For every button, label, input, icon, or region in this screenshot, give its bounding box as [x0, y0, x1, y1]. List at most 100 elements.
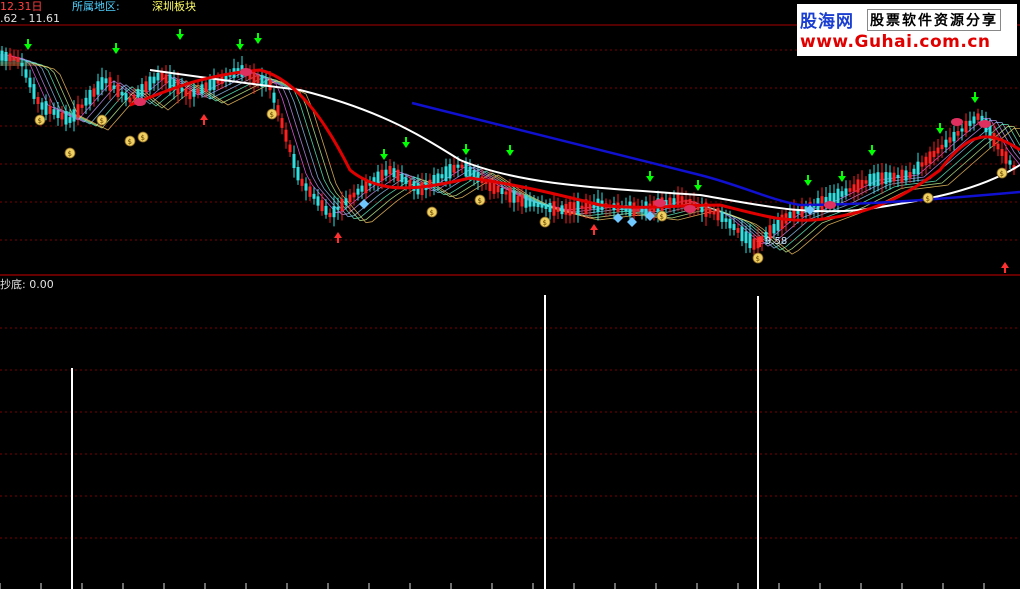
candle-body	[844, 188, 848, 196]
down-arrow-icon	[694, 185, 702, 191]
candle-body	[116, 83, 120, 97]
candle-body	[564, 203, 568, 215]
down-arrow-icon	[112, 48, 120, 54]
candle-body	[528, 198, 532, 207]
candle-body	[4, 51, 8, 62]
candle-body	[72, 109, 76, 122]
candle-body	[860, 179, 864, 189]
price-range: .62 - 11.61	[0, 12, 60, 25]
region-value[interactable]: 深圳板块	[152, 1, 196, 13]
candle-body	[772, 223, 776, 234]
candle-body	[544, 204, 548, 209]
candle-body	[156, 72, 160, 81]
candle-body	[28, 77, 32, 88]
candle-body	[1008, 160, 1012, 165]
lips-icon	[684, 205, 696, 213]
candle-body	[836, 188, 840, 204]
candle-body	[300, 178, 304, 186]
up-arrow-icon	[334, 232, 342, 238]
candle-body	[200, 84, 204, 94]
up-arrow-icon	[590, 224, 598, 230]
candle-body	[944, 139, 948, 148]
ma-white-line	[149, 69, 1020, 213]
candle-body	[376, 171, 380, 185]
candle-body	[892, 172, 896, 182]
money-bag-icon: $	[660, 213, 664, 221]
watermark-slogan: 股票软件资源分享	[867, 9, 1001, 31]
candle-body	[280, 118, 284, 128]
candle-body	[120, 91, 124, 96]
candle-body	[452, 164, 456, 173]
candle-body	[32, 84, 36, 99]
candle-body	[384, 169, 388, 176]
candle-body	[92, 88, 96, 97]
candle-body	[140, 84, 144, 96]
candle-body	[308, 186, 312, 197]
candle-body	[508, 187, 512, 203]
candle-body	[36, 97, 40, 104]
ma-red-line	[129, 68, 1020, 222]
stock-chart[interactable]: $ $ $ $ $ $ $ $ $ $ $ $ $	[0, 0, 1020, 589]
candle-body	[1000, 149, 1004, 156]
candle-body	[512, 191, 516, 203]
candle-body	[88, 89, 92, 105]
candle-body	[188, 90, 192, 100]
candle-body	[52, 109, 56, 115]
money-bag-icon: $	[128, 138, 132, 146]
candle-body	[936, 147, 940, 154]
candle-body	[12, 56, 16, 61]
candle-body	[880, 172, 884, 185]
candle-body	[392, 168, 396, 178]
money-bag-icon: $	[1000, 170, 1004, 178]
candle-body	[972, 116, 976, 124]
lips-icon	[824, 201, 836, 209]
candle-body	[948, 137, 952, 143]
candle-body	[124, 93, 128, 101]
candle-body	[468, 166, 472, 177]
candle-body	[496, 185, 500, 193]
candle-body	[284, 129, 288, 142]
candle-body	[316, 196, 320, 206]
candle-body	[192, 89, 196, 97]
watermark-logo: 股海网 股票软件资源分享 www.Guhai.com.cn	[797, 4, 1017, 56]
candle-body	[724, 218, 728, 222]
candle-body	[776, 219, 780, 231]
candle-body	[84, 97, 88, 106]
candle-body	[716, 208, 720, 221]
candle-body	[100, 77, 104, 90]
candle-body	[848, 188, 852, 192]
candle-body	[680, 196, 684, 206]
money-bag-icon: $	[38, 117, 42, 125]
candle-body	[76, 104, 80, 118]
candle-body	[288, 144, 292, 153]
candle-body	[456, 164, 460, 168]
candle-body	[332, 206, 336, 218]
candle-body	[560, 205, 564, 215]
candle-body	[152, 76, 156, 84]
candle-body	[632, 202, 636, 216]
down-arrow-icon	[462, 149, 470, 155]
candle-body	[396, 169, 400, 181]
candle-body	[536, 201, 540, 208]
candle-body	[872, 173, 876, 186]
candle-body	[788, 211, 792, 219]
candle-body	[356, 188, 360, 195]
money-bag-icon: $	[430, 209, 434, 217]
candle-body	[160, 72, 164, 81]
candle-body	[876, 172, 880, 186]
candle-body	[820, 196, 824, 210]
candle-body	[48, 106, 52, 114]
money-bag-icon: $	[68, 150, 72, 158]
candle-body	[960, 128, 964, 132]
candle-body	[268, 79, 272, 91]
candle-body	[568, 202, 572, 216]
candle-body	[292, 153, 296, 169]
candle-body	[708, 208, 712, 214]
low-price-marker: 9.58	[765, 236, 788, 247]
candle-body	[524, 195, 528, 208]
candle-body	[908, 172, 912, 178]
candle-body	[436, 173, 440, 185]
candle-body	[540, 203, 544, 208]
candle-body	[168, 74, 172, 89]
candle-body	[296, 166, 300, 181]
